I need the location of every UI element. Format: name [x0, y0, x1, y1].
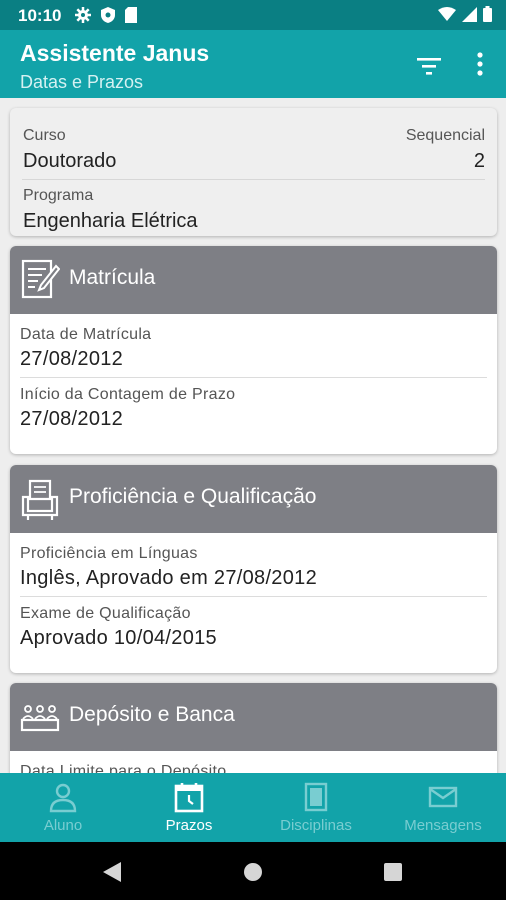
field-label: Data Limite para o Depósito: [20, 763, 227, 773]
signal-icon: [462, 6, 477, 22]
proficiencia-card: Proficiência e Qualificação Proficiência…: [10, 465, 497, 673]
divider: [22, 179, 485, 180]
person-icon: [49, 783, 77, 813]
status-bar: 10:10: [0, 0, 506, 30]
card-title: Depósito e Banca: [69, 703, 235, 726]
exam-desk-icon: [21, 479, 59, 520]
field-value: Inglês, Aprovado em 27/08/2012: [20, 567, 317, 589]
back-icon[interactable]: [103, 862, 121, 882]
more-options-icon[interactable]: [470, 50, 490, 80]
field-value: Aprovado 10/04/2015: [20, 627, 217, 649]
divider: [20, 596, 487, 597]
field-label: Exame de Qualificação: [20, 605, 191, 622]
card-header: Depósito e Banca: [10, 683, 497, 751]
nav-label: Mensagens: [404, 817, 482, 834]
nav-label: Disciplinas: [280, 817, 352, 834]
divider: [20, 377, 487, 378]
card-header: Matrícula: [10, 246, 497, 314]
card-header: Proficiência e Qualificação: [10, 465, 497, 533]
programa-value: Engenharia Elétrica: [23, 210, 198, 232]
app-bar: Assistente Janus Datas e Prazos: [0, 30, 506, 98]
wifi-icon: [438, 7, 456, 21]
committee-table-icon: [20, 705, 60, 732]
mail-icon: [428, 786, 458, 808]
status-time: 10:10: [18, 6, 62, 25]
app-subtitle: Datas e Prazos: [20, 72, 144, 92]
curso-value: Doutorado: [23, 150, 117, 172]
field-label: Início da Contagem de Prazo: [20, 386, 236, 403]
document-edit-icon: [21, 259, 60, 299]
programa-label: Programa: [23, 187, 94, 204]
recents-icon[interactable]: [384, 863, 402, 881]
sd-card-icon: [125, 7, 137, 23]
nav-aluno[interactable]: Aluno: [0, 773, 126, 842]
field-label: Data de Matrícula: [20, 326, 152, 343]
bottom-navigation: Aluno Prazos Disciplinas Mensagens: [0, 773, 506, 842]
card-title: Proficiência e Qualificação: [69, 485, 317, 508]
sequencial-value: 2: [473, 150, 485, 172]
app-title: Assistente Janus: [20, 40, 210, 66]
settings-gear-icon: [75, 7, 91, 23]
nav-prazos[interactable]: Prazos: [126, 773, 252, 842]
nav-disciplinas[interactable]: Disciplinas: [253, 773, 379, 842]
shield-icon: [101, 7, 115, 23]
card-title: Matrícula: [69, 266, 156, 289]
content-scroll[interactable]: Curso Doutorado Sequencial 2 Programa En…: [0, 98, 506, 773]
nav-mensagens[interactable]: Mensagens: [380, 773, 506, 842]
sequencial-label: Sequencial: [405, 127, 485, 144]
filter-icon[interactable]: [414, 54, 444, 78]
deposito-card: Depósito e Banca Data Limite para o Depó…: [10, 683, 497, 773]
system-navigation-bar: [0, 842, 506, 900]
matricula-card: Matrícula Data de Matrícula 27/08/2012 I…: [10, 246, 497, 454]
home-icon[interactable]: [244, 863, 262, 881]
nav-label: Aluno: [43, 817, 83, 834]
calendar-clock-icon: [174, 783, 204, 813]
field-label: Proficiência em Línguas: [20, 545, 198, 562]
field-value: 27/08/2012: [20, 348, 124, 370]
field-value: 27/08/2012: [20, 408, 124, 430]
curso-label: Curso: [23, 127, 66, 144]
battery-icon: [483, 6, 492, 22]
books-icon: [304, 782, 328, 812]
nav-label: Prazos: [165, 817, 213, 834]
program-summary-card: Curso Doutorado Sequencial 2 Programa En…: [10, 108, 497, 236]
